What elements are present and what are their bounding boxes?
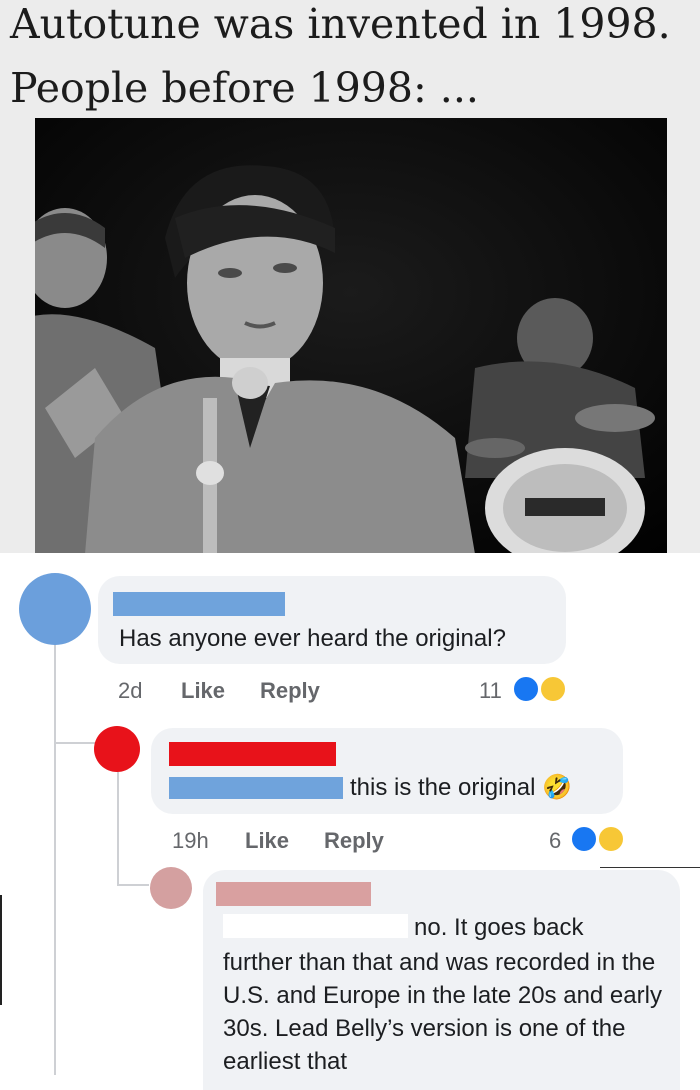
comment-timestamp[interactable]: 2d <box>118 678 142 704</box>
comment-text: this is the original 🤣 <box>350 774 572 801</box>
like-reaction-icon <box>570 825 598 853</box>
reaction-count[interactable]: 6 <box>549 828 561 854</box>
reply-button[interactable]: Reply <box>324 828 384 854</box>
thread-line <box>117 772 119 884</box>
redacted-name[interactable] <box>113 592 285 616</box>
comment-bubble: Has anyone ever heard the original? <box>98 576 566 664</box>
thread-line <box>54 643 56 1075</box>
redacted-mention[interactable] <box>169 777 343 799</box>
comment-text-continued: further than that and was recorded in th… <box>223 949 662 1075</box>
meme-image: Autotune was invented in 1998. People be… <box>0 0 700 553</box>
divider-line <box>600 867 700 868</box>
comment-bubble: no. It goes back further than that and w… <box>203 870 680 1090</box>
meme-caption-line1: Autotune was invented in 1998. <box>10 0 671 48</box>
redacted-name[interactable] <box>169 742 336 766</box>
haha-reaction-icon <box>539 675 567 703</box>
like-button[interactable]: Like <box>181 678 225 704</box>
avatar[interactable] <box>150 867 192 909</box>
comment-bubble: this is the original 🤣 <box>151 728 623 814</box>
comment-text: Has anyone ever heard the original? <box>119 625 506 652</box>
reply-button[interactable]: Reply <box>260 678 320 704</box>
comment-timestamp[interactable]: 19h <box>172 828 209 854</box>
like-reaction-icon <box>512 675 540 703</box>
avatar[interactable] <box>19 573 91 645</box>
redacted-name[interactable] <box>216 882 371 906</box>
thread-line <box>54 742 98 744</box>
divider-line <box>0 895 2 1005</box>
like-button[interactable]: Like <box>245 828 289 854</box>
meme-caption-line2: People before 1998: ... <box>10 64 479 112</box>
haha-reaction-icon <box>597 825 625 853</box>
thread-line <box>117 884 149 886</box>
reaction-count[interactable]: 11 <box>479 678 502 704</box>
comment-text-line1: no. It goes back <box>414 914 584 941</box>
redacted-mention[interactable] <box>223 914 408 938</box>
band-performance-photo <box>35 118 667 553</box>
avatar[interactable] <box>94 726 140 772</box>
